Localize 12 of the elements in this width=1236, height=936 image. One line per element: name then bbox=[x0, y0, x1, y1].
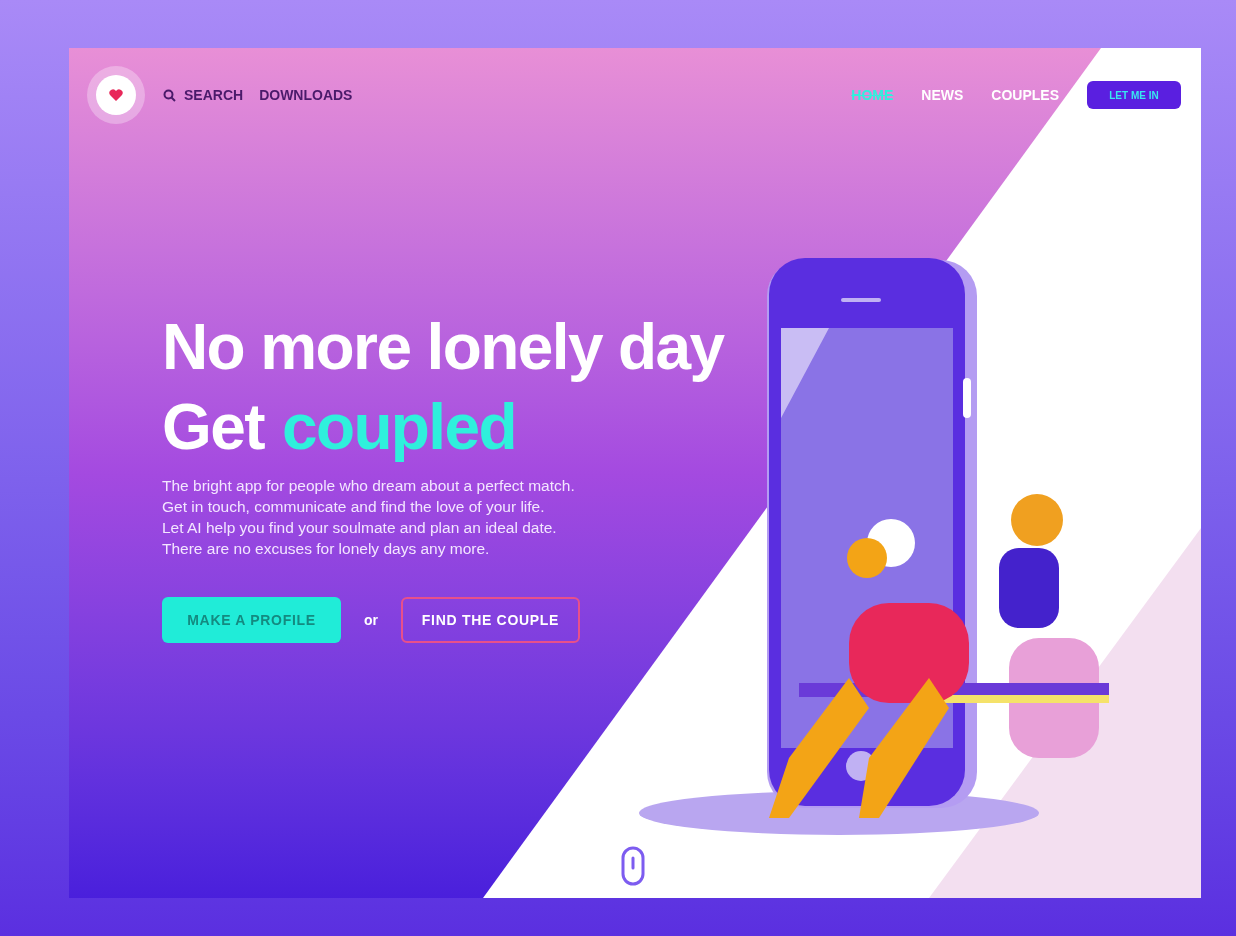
make-profile-button[interactable]: MAKE A PROFILE bbox=[162, 597, 341, 643]
nav-link[interactable]: DOWNLOADS bbox=[259, 84, 353, 106]
search-icon bbox=[163, 88, 176, 102]
description: The bright app for people who dream about a perfect match. Get in touch, communicate and find the love of your life. Let AI help you find your soulmate and plan an ideal date. There are no excuses for lonely days any more. bbox=[162, 476, 576, 559]
search-link[interactable]: SEARCH bbox=[163, 84, 244, 106]
headline: No more lonely day bbox=[162, 310, 726, 385]
headline: Get bbox=[162, 390, 264, 465]
scroll-mouse-icon bbox=[621, 846, 645, 886]
or-text: or bbox=[364, 610, 378, 630]
find-couple-button[interactable]: FIND THE COUPLE bbox=[401, 597, 580, 643]
login-button[interactable]: LET ME IN bbox=[1087, 81, 1181, 109]
headline-accent: coupled bbox=[281, 390, 517, 465]
